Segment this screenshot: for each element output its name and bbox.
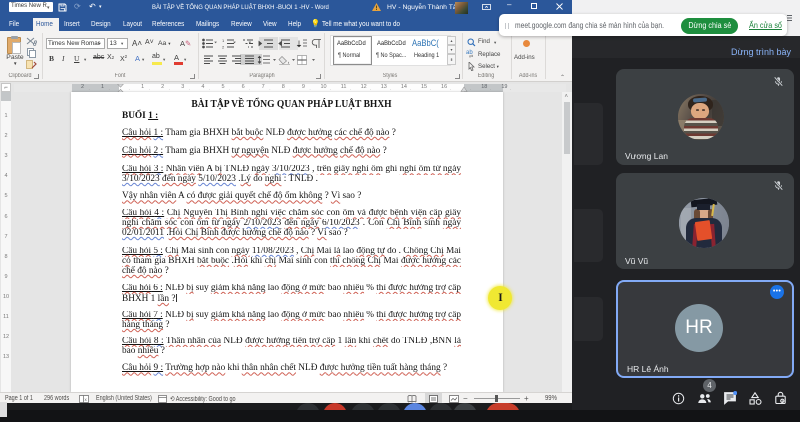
svg-text:2: 2 bbox=[222, 45, 225, 50]
svg-text:1: 1 bbox=[222, 38, 225, 43]
